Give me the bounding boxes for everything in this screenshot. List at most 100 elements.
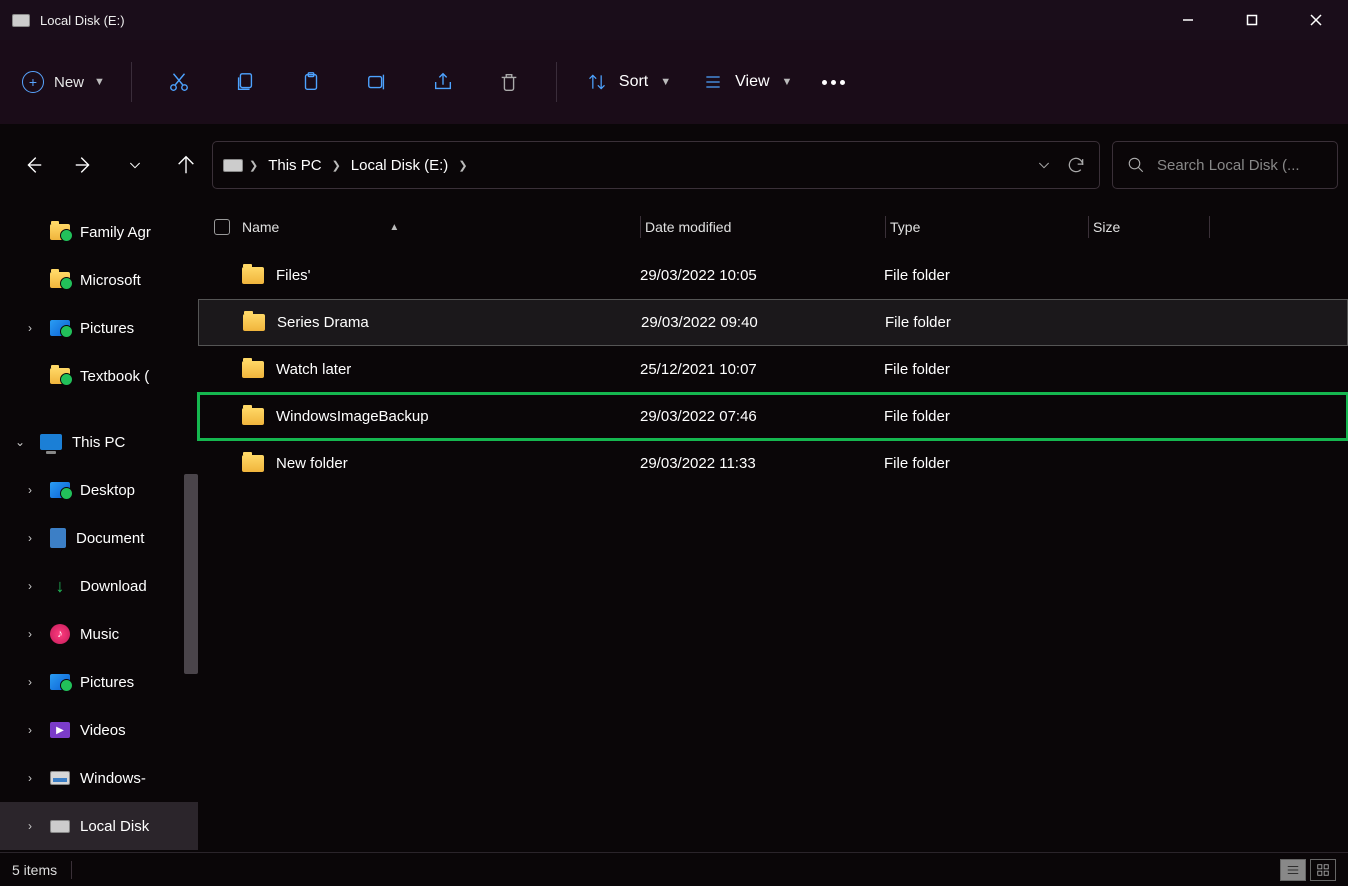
folder-icon bbox=[50, 272, 70, 288]
file-name: Watch later bbox=[276, 361, 351, 378]
file-name: Series Drama bbox=[277, 314, 369, 331]
column-name[interactable]: Name ▲ bbox=[242, 219, 640, 235]
chevron-right-icon: ❯ bbox=[458, 159, 467, 172]
breadcrumb-segment[interactable]: This PC bbox=[264, 157, 325, 174]
close-button[interactable] bbox=[1284, 0, 1348, 40]
file-type: File folder bbox=[884, 455, 1086, 472]
folder-icon bbox=[242, 361, 264, 378]
file-pane: Name ▲ Date modified Type Size Files' 29… bbox=[198, 206, 1348, 852]
search-input[interactable]: Search Local Disk (... bbox=[1112, 141, 1338, 189]
folder-icon bbox=[50, 368, 70, 384]
sidebar: › Family Agr › Microsoft › Pictures › Te… bbox=[0, 206, 198, 852]
sidebar-item-localdisk[interactable]: › Local Disk bbox=[0, 802, 198, 850]
copy-button[interactable] bbox=[220, 58, 270, 106]
titlebar: Local Disk (E:) bbox=[0, 0, 1348, 40]
file-type: File folder bbox=[884, 408, 1086, 425]
paste-button[interactable] bbox=[286, 58, 336, 106]
new-label: New bbox=[54, 74, 84, 91]
disk-icon bbox=[12, 14, 30, 27]
sort-button[interactable]: Sort ▼ bbox=[571, 72, 687, 92]
column-headers: Name ▲ Date modified Type Size bbox=[198, 206, 1348, 248]
sidebar-label: This PC bbox=[72, 434, 125, 451]
file-name: WindowsImageBackup bbox=[276, 408, 429, 425]
sidebar-label: Music bbox=[80, 626, 119, 643]
view-button[interactable]: View ▼ bbox=[687, 72, 808, 92]
rename-button[interactable] bbox=[352, 58, 402, 106]
column-date[interactable]: Date modified bbox=[641, 219, 885, 235]
up-button[interactable] bbox=[173, 145, 199, 185]
downloads-icon: ↓ bbox=[50, 576, 70, 596]
sidebar-item[interactable]: › Family Agr bbox=[0, 208, 198, 256]
file-type: File folder bbox=[884, 361, 1086, 378]
file-name: New folder bbox=[276, 455, 348, 472]
drive-icon bbox=[50, 820, 70, 833]
file-name: Files' bbox=[276, 267, 311, 284]
sidebar-item[interactable]: › Pictures bbox=[0, 658, 198, 706]
folder-icon bbox=[242, 267, 264, 284]
plus-icon: + bbox=[22, 71, 44, 93]
forward-button[interactable] bbox=[71, 145, 97, 185]
file-row[interactable]: WindowsImageBackup 29/03/2022 07:46 File… bbox=[198, 393, 1348, 440]
drive-icon bbox=[50, 771, 70, 785]
new-button[interactable]: + New ▼ bbox=[10, 63, 117, 101]
chevron-down-icon: ▼ bbox=[782, 76, 793, 88]
chevron-right-icon: ❯ bbox=[249, 159, 258, 172]
videos-icon: ▶ bbox=[50, 722, 70, 738]
folder-icon bbox=[242, 455, 264, 472]
folder-icon bbox=[243, 314, 265, 331]
more-button[interactable] bbox=[808, 80, 858, 85]
refresh-button[interactable] bbox=[1063, 145, 1089, 185]
desktop-icon bbox=[50, 482, 70, 498]
address-history-button[interactable] bbox=[1031, 145, 1057, 185]
music-icon: ♪ bbox=[50, 624, 70, 644]
file-date: 29/03/2022 09:40 bbox=[641, 314, 885, 331]
maximize-button[interactable] bbox=[1220, 0, 1284, 40]
file-date: 29/03/2022 07:46 bbox=[640, 408, 884, 425]
file-row[interactable]: New folder 29/03/2022 11:33 File folder bbox=[198, 440, 1348, 487]
file-row[interactable]: Files' 29/03/2022 10:05 File folder bbox=[198, 252, 1348, 299]
column-type[interactable]: Type bbox=[886, 219, 1088, 235]
column-size[interactable]: Size bbox=[1089, 219, 1209, 235]
sidebar-label: Document bbox=[76, 530, 144, 547]
cut-button[interactable] bbox=[154, 58, 204, 106]
icons-view-button[interactable] bbox=[1310, 859, 1336, 881]
sidebar-label: Videos bbox=[80, 722, 126, 739]
sidebar-item[interactable]: › Textbook ( bbox=[0, 352, 198, 400]
details-view-button[interactable] bbox=[1280, 859, 1306, 881]
sidebar-item[interactable]: › Microsoft bbox=[0, 256, 198, 304]
sidebar-label: Local Disk bbox=[80, 818, 149, 835]
chevron-down-icon[interactable]: ⌄ bbox=[10, 435, 30, 449]
breadcrumb-segment[interactable]: Local Disk (E:) bbox=[347, 157, 453, 174]
share-button[interactable] bbox=[418, 58, 468, 106]
pc-icon bbox=[40, 434, 62, 450]
sidebar-item[interactable]: ›↓ Download bbox=[0, 562, 198, 610]
file-type: File folder bbox=[884, 267, 1086, 284]
folder-icon bbox=[242, 408, 264, 425]
sidebar-label: Microsoft bbox=[80, 272, 141, 289]
sidebar-label: Textbook ( bbox=[80, 368, 149, 385]
minimize-button[interactable] bbox=[1156, 0, 1220, 40]
sidebar-item[interactable]: › Document bbox=[0, 514, 198, 562]
recent-dropdown[interactable] bbox=[122, 145, 148, 185]
file-date: 25/12/2021 10:07 bbox=[640, 361, 884, 378]
chevron-down-icon: ▼ bbox=[94, 76, 105, 88]
back-button[interactable] bbox=[20, 145, 46, 185]
sidebar-item-thispc[interactable]: ⌄ This PC bbox=[0, 418, 198, 466]
sidebar-scrollbar[interactable] bbox=[184, 474, 198, 674]
delete-button[interactable] bbox=[484, 58, 534, 106]
sidebar-item[interactable]: › Desktop bbox=[0, 466, 198, 514]
folder-icon bbox=[50, 224, 70, 240]
window-title: Local Disk (E:) bbox=[40, 13, 125, 28]
sidebar-item[interactable]: › Pictures bbox=[0, 304, 198, 352]
file-row[interactable]: Series Drama 29/03/2022 09:40 File folde… bbox=[198, 299, 1348, 346]
file-type: File folder bbox=[885, 314, 1087, 331]
pictures-icon bbox=[50, 674, 70, 690]
toolbar: + New ▼ Sort ▼ View ▼ bbox=[0, 40, 1348, 124]
select-all-checkbox[interactable] bbox=[214, 219, 230, 235]
sidebar-item[interactable]: ›▶ Videos bbox=[0, 706, 198, 754]
sidebar-item[interactable]: › Windows- bbox=[0, 754, 198, 802]
sort-label: Sort bbox=[619, 73, 648, 91]
address-bar[interactable]: ❯ This PC ❯ Local Disk (E:) ❯ bbox=[212, 141, 1100, 189]
sidebar-item[interactable]: ›♪ Music bbox=[0, 610, 198, 658]
file-row[interactable]: Watch later 25/12/2021 10:07 File folder bbox=[198, 346, 1348, 393]
